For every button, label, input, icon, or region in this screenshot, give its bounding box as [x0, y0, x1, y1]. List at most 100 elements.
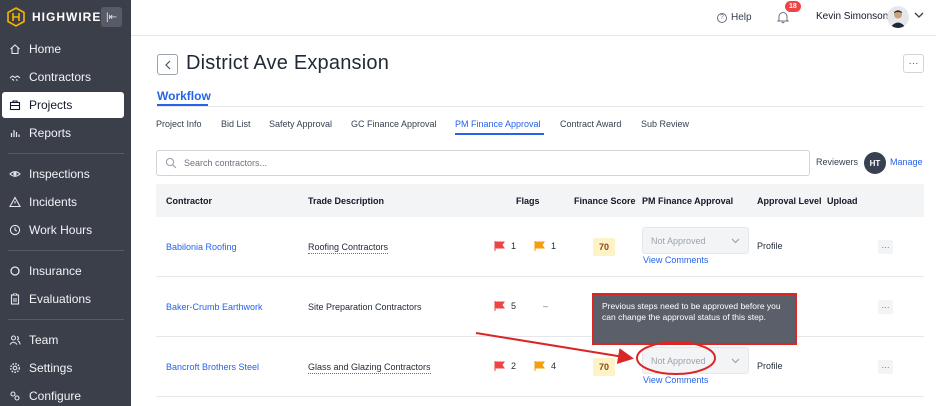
sidebar-item-contractors[interactable]: Contractors: [2, 64, 124, 90]
row-more-button[interactable]: ···: [878, 300, 893, 314]
sidebar-item-label: Projects: [29, 98, 73, 112]
contractor-link[interactable]: Babilonia Roofing: [166, 242, 237, 252]
circle-icon: [8, 264, 22, 278]
contractors-icon: [8, 70, 22, 84]
step-contract-award[interactable]: Contract Award: [560, 119, 621, 129]
approval-status-value: Not Approved: [651, 355, 706, 366]
table-row: Bancroft Brothers Steel Glass and Glazin…: [156, 337, 924, 397]
red-flag-value: 1: [511, 241, 517, 251]
more-icon: ···: [908, 58, 919, 69]
sidebar: HIGHWIRE |⇤ Home Contractors Projects Re…: [0, 0, 131, 406]
search-input[interactable]: [184, 158, 784, 168]
red-flag-count[interactable]: 5: [494, 301, 516, 311]
contractor-link[interactable]: Baker-Crumb Earthwork: [166, 302, 263, 312]
red-flag-value: 2: [511, 361, 517, 371]
column-header-approval-level[interactable]: Approval Level: [757, 196, 822, 206]
sidebar-item-incidents[interactable]: Incidents: [2, 189, 124, 215]
brand-name: HIGHWIRE: [32, 10, 102, 24]
sidebar-item-configure[interactable]: Configure: [2, 383, 124, 406]
sidebar-item-evaluations[interactable]: Evaluations: [2, 286, 124, 312]
sidebar-item-home[interactable]: Home: [2, 36, 124, 62]
red-flag-count[interactable]: 2: [494, 361, 516, 371]
sidebar-item-label: Work Hours: [29, 223, 93, 237]
contractor-link[interactable]: Bancroft Brothers Steel: [166, 362, 259, 372]
help-label: Help: [731, 12, 752, 23]
step-project-info[interactable]: Project Info: [156, 119, 202, 129]
clipboard-icon: [8, 292, 22, 306]
step-bid-list[interactable]: Bid List: [221, 119, 251, 129]
yellow-flag-value: 1: [551, 241, 557, 251]
step-sub-review[interactable]: Sub Review: [641, 119, 689, 129]
chevron-down-icon[interactable]: [914, 11, 924, 22]
yellow-flag-empty: –: [543, 301, 549, 311]
red-flag-value: 5: [511, 301, 517, 311]
collapse-left-icon: |⇤: [106, 11, 117, 23]
approval-status-select[interactable]: Not Approved: [642, 347, 749, 374]
sidebar-item-label: Settings: [29, 361, 73, 375]
disabled-approval-tooltip: Previous steps need to be approved befor…: [592, 293, 797, 345]
approval-status-value: Not Approved: [651, 235, 706, 246]
sidebar-item-settings[interactable]: Settings: [2, 355, 124, 381]
approval-status-select[interactable]: Not Approved: [642, 227, 749, 254]
sidebar-item-insurance[interactable]: Insurance: [2, 258, 124, 284]
sidebar-item-inspections[interactable]: Inspections: [2, 161, 124, 187]
view-comments-link[interactable]: View Comments: [643, 255, 708, 265]
sidebar-item-label: Home: [29, 42, 62, 56]
sidebar-item-team[interactable]: Team: [2, 327, 124, 353]
sidebar-item-projects[interactable]: Projects: [2, 92, 124, 118]
manage-reviewers-link[interactable]: Manage: [890, 157, 923, 167]
notification-count-badge: 18: [785, 1, 801, 12]
brand-logo[interactable]: HIGHWIRE: [6, 6, 101, 28]
avatar[interactable]: [887, 6, 909, 28]
gear-icon: [8, 361, 22, 375]
sidebar-item-label: Incidents: [29, 195, 78, 209]
help-icon: ?: [717, 12, 727, 23]
step-gc-finance-approval[interactable]: GC Finance Approval: [351, 119, 437, 129]
sidebar-item-label: Team: [29, 333, 59, 347]
row-more-button[interactable]: ···: [878, 360, 893, 374]
row-more-button[interactable]: ···: [878, 240, 893, 254]
finance-score-badge: 70: [593, 238, 615, 256]
help-link[interactable]: ? Help: [717, 12, 752, 23]
project-more-button[interactable]: ···: [903, 54, 924, 73]
column-header-contractor[interactable]: Contractor: [166, 196, 212, 206]
chevron-left-icon: [164, 60, 170, 69]
chevron-down-icon: [731, 236, 740, 246]
column-header-trade[interactable]: Trade Description: [308, 196, 384, 206]
sidebar-divider: [8, 153, 124, 154]
sidebar-item-label: Reports: [29, 126, 72, 140]
collapse-sidebar-button[interactable]: |⇤: [101, 7, 122, 27]
column-header-pm-finance-approval[interactable]: PM Finance Approval: [642, 196, 733, 206]
step-pm-finance-approval[interactable]: PM Finance Approval: [455, 119, 541, 129]
view-comments-link[interactable]: View Comments: [643, 375, 708, 385]
search-box: [156, 150, 810, 176]
eye-icon: [8, 167, 22, 181]
top-bar: ? Help 18 Kevin Simonson: [131, 0, 936, 36]
table-row: Baker-Crumb Earthwork Site Preparation C…: [156, 277, 924, 337]
column-header-finance-score[interactable]: Finance Score: [574, 196, 636, 206]
clock-icon: [8, 223, 22, 237]
bell-icon[interactable]: [776, 10, 790, 24]
configure-icon: [8, 389, 22, 403]
sidebar-divider: [8, 250, 124, 251]
reviewer-avatar[interactable]: HT: [864, 152, 886, 174]
trade-description: Roofing Contractors: [308, 242, 389, 254]
divider: [157, 106, 924, 107]
step-safety-approval[interactable]: Safety Approval: [269, 119, 332, 129]
yellow-flag-count[interactable]: 1: [534, 241, 556, 251]
approval-level: Profile: [757, 361, 783, 371]
yellow-flag-count[interactable]: 4: [534, 361, 556, 371]
more-icon: ···: [881, 362, 890, 372]
column-header-flags[interactable]: Flags: [516, 196, 540, 206]
column-header-upload[interactable]: Upload: [827, 196, 858, 206]
reports-icon: [8, 126, 22, 140]
user-name[interactable]: Kevin Simonson: [816, 11, 888, 22]
sidebar-item-label: Insurance: [29, 264, 82, 278]
red-flag-count[interactable]: 1: [494, 241, 516, 251]
page-title: District Ave Expansion: [186, 52, 390, 74]
tab-workflow[interactable]: Workflow: [157, 89, 211, 103]
back-button[interactable]: [157, 54, 178, 75]
sidebar-item-reports[interactable]: Reports: [2, 120, 124, 146]
trade-description: Site Preparation Contractors: [308, 302, 422, 312]
sidebar-item-work-hours[interactable]: Work Hours: [2, 217, 124, 243]
